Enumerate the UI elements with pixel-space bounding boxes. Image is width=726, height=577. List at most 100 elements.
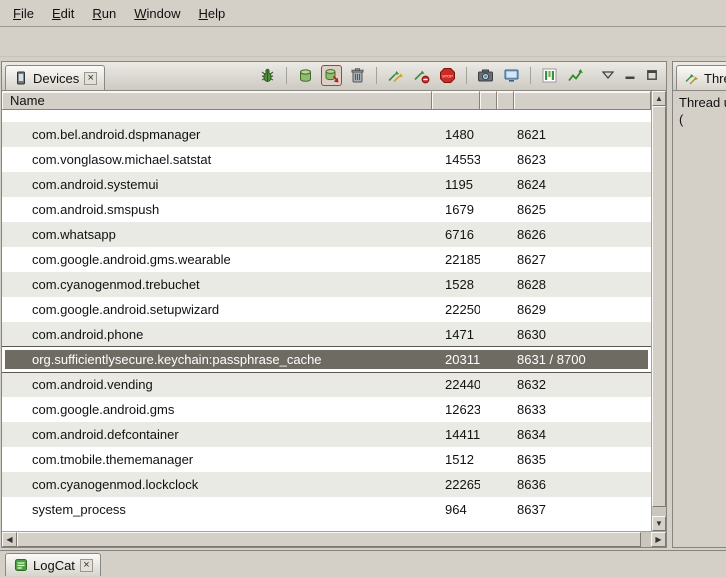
table-row[interactable]: com.vonglasow.michael.satstat 14553 8623	[2, 147, 651, 172]
dump-hprof-icon[interactable]	[321, 65, 342, 86]
table-row[interactable]: system_process 964 8637	[2, 497, 651, 522]
devices-view: Devices ×	[1, 61, 667, 548]
process-pid: 1679	[432, 202, 480, 217]
process-name: com.tmobile.thememanager	[2, 452, 432, 467]
column-header-pid[interactable]	[432, 91, 480, 110]
menu-window[interactable]: Window	[125, 2, 189, 25]
table-row[interactable]: org.sufficientlysecure.keychain:passphra…	[2, 347, 651, 372]
view-menu-icon[interactable]	[599, 67, 616, 84]
update-heap-icon[interactable]	[295, 65, 316, 86]
process-pid: 22265	[432, 477, 480, 492]
update-threads-icon[interactable]	[385, 65, 406, 86]
scroll-down-icon[interactable]: ▼	[652, 516, 666, 531]
table-row[interactable]: com.cyanogenmod.lockclock 22265 8636	[2, 472, 651, 497]
threads-message: Thread up (	[673, 91, 726, 128]
table-row[interactable]: com.google.android.gms.wearable 22185 86…	[2, 247, 651, 272]
menu-help[interactable]: Help	[189, 2, 234, 25]
process-port: 8632	[508, 377, 651, 392]
threads-tabbar: Threads	[673, 62, 726, 91]
process-name: com.google.android.gms.wearable	[2, 252, 432, 267]
maximize-icon[interactable]	[643, 67, 660, 84]
process-pid: 22440	[432, 377, 480, 392]
bottom-view-bar: LogCat ×	[0, 550, 726, 577]
screen-capture-icon[interactable]	[475, 65, 496, 86]
table-row[interactable]: com.android.smspush 1679 8625	[2, 197, 651, 222]
table-row[interactable]: com.android.systemui 1195 8624	[2, 172, 651, 197]
scroll-up-icon[interactable]: ▲	[652, 91, 666, 106]
process-port: 8631 / 8700	[508, 352, 651, 367]
menu-run[interactable]: Run	[83, 2, 125, 25]
menubar: File Edit Run Window Help	[0, 0, 726, 27]
process-port: 8624	[508, 177, 651, 192]
process-port: 8630	[508, 327, 651, 342]
process-name: com.cyanogenmod.lockclock	[2, 477, 432, 492]
menu-file[interactable]: File	[4, 2, 43, 25]
systrace-icon[interactable]	[539, 65, 560, 86]
tab-logcat-label: LogCat	[33, 558, 75, 573]
process-pid: 1512	[432, 452, 480, 467]
table-row[interactable]: com.android.defcontainer 14411 8634	[2, 422, 651, 447]
tab-threads[interactable]: Threads	[676, 65, 726, 90]
tab-logcat[interactable]: LogCat ×	[5, 553, 101, 576]
process-port: 8634	[508, 427, 651, 442]
process-pid: 1480	[432, 127, 480, 142]
column-header-empty[interactable]	[497, 91, 514, 110]
process-name: com.android.phone	[2, 327, 432, 342]
tab-devices[interactable]: Devices ×	[5, 65, 105, 90]
debug-process-icon[interactable]	[257, 65, 278, 86]
column-header-empty[interactable]	[480, 91, 497, 110]
table-row[interactable]: com.android.vending 22440 8632	[2, 372, 651, 397]
table-row[interactable]: com.bel.android.dspmanager 1480 8621	[2, 122, 651, 147]
opengl-trace-icon[interactable]	[565, 65, 586, 86]
toolbar-separator	[466, 67, 467, 84]
table-row[interactable]: com.google.android.setupwizard 22250 862…	[2, 297, 651, 322]
minimize-icon[interactable]	[621, 67, 638, 84]
process-port: 8636	[508, 477, 651, 492]
table-row[interactable]: com.cyanogenmod.trebuchet 1528 8628	[2, 272, 651, 297]
process-table-body: com.bel.android.dspmanager 1480 8621 com…	[2, 110, 651, 531]
workbench-area: Devices ×	[0, 57, 726, 550]
process-name: com.google.android.gms	[2, 402, 432, 417]
process-pid: 14411	[432, 427, 480, 442]
scroll-left-icon[interactable]: ◀	[2, 532, 17, 547]
vertical-scrollbar[interactable]: ▲ ▼	[651, 91, 666, 531]
table-row[interactable]: com.android.phone 1471 8630	[2, 322, 651, 347]
vertical-scrollbar-thumb[interactable]	[652, 106, 666, 507]
process-port: 8626	[508, 227, 651, 242]
threads-message-line1: Thread up	[679, 94, 726, 111]
menu-edit[interactable]: Edit	[43, 2, 83, 25]
process-pid: 12623	[432, 402, 480, 417]
toolbar-separator	[530, 67, 531, 84]
table-row[interactable]: com.tmobile.thememanager 1512 8635	[2, 447, 651, 472]
process-name: com.cyanogenmod.trebuchet	[2, 277, 432, 292]
stop-process-icon[interactable]: STOP	[437, 65, 458, 86]
process-name: com.android.vending	[2, 377, 432, 392]
close-icon[interactable]: ×	[80, 559, 93, 572]
process-pid: 14553	[432, 152, 480, 167]
logcat-icon	[13, 558, 28, 573]
process-name: org.sufficientlysecure.keychain:passphra…	[2, 352, 432, 367]
toolbar-separator	[376, 67, 377, 84]
process-name: com.whatsapp	[2, 227, 432, 242]
process-port: 8635	[508, 452, 651, 467]
horizontal-scrollbar[interactable]: ◀ ▶	[2, 531, 666, 547]
process-port: 8627	[508, 252, 651, 267]
column-header-port[interactable]	[514, 91, 651, 110]
process-port: 8629	[508, 302, 651, 317]
eclipse-window: File Edit Run Window Help Devices ×	[0, 0, 726, 577]
table-row[interactable]: com.google.android.gms 12623 8633	[2, 397, 651, 422]
close-icon[interactable]: ×	[84, 72, 97, 85]
horizontal-scrollbar-thumb[interactable]	[17, 532, 641, 547]
screen-record-icon[interactable]	[501, 65, 522, 86]
method-profiling-icon[interactable]	[411, 65, 432, 86]
scroll-right-icon[interactable]: ▶	[651, 532, 666, 547]
column-header-name[interactable]: Name	[2, 91, 432, 110]
process-table: Name com.bel.android.dspmanager 1480 862…	[2, 91, 666, 531]
process-port: 8628	[508, 277, 651, 292]
threads-view: Threads Thread up (	[672, 61, 726, 548]
cause-gc-icon[interactable]	[347, 65, 368, 86]
svg-text:STOP: STOP	[442, 73, 453, 78]
table-row[interactable]: com.whatsapp 6716 8626	[2, 222, 651, 247]
process-name: com.bel.android.dspmanager	[2, 127, 432, 142]
process-port: 8637	[508, 502, 651, 517]
